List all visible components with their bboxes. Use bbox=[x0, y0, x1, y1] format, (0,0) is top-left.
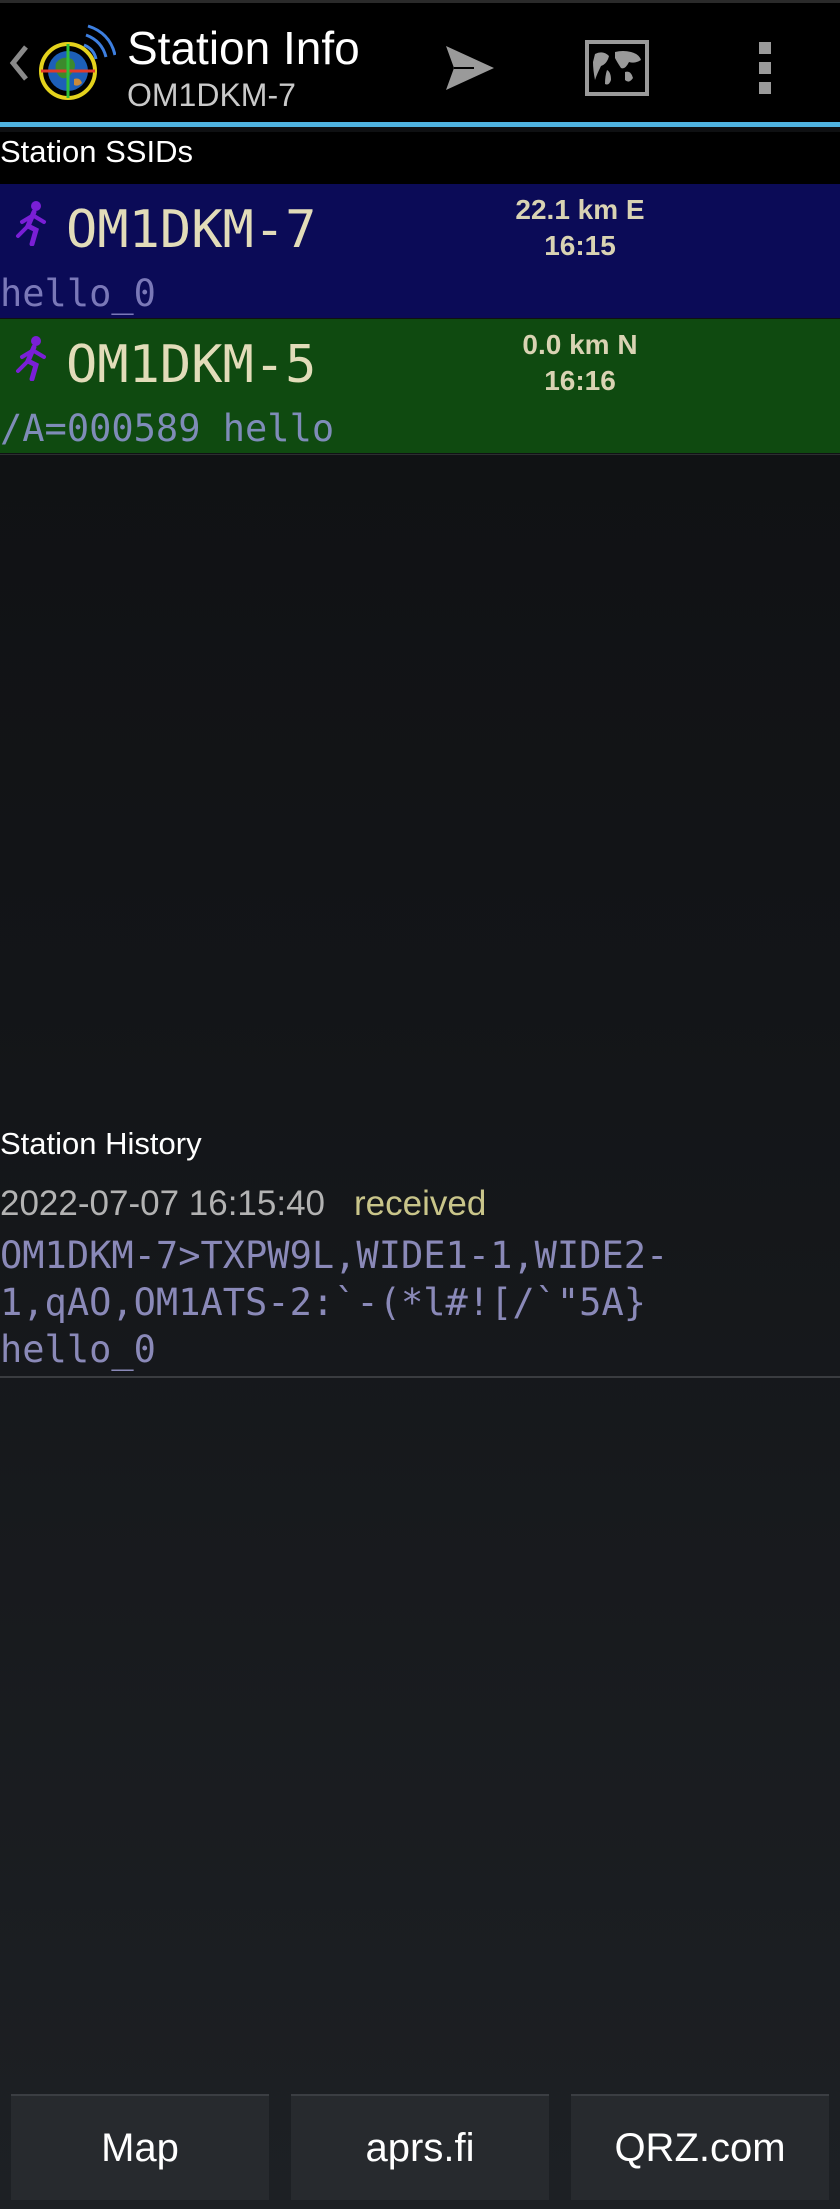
bottom-button-bar: Map aprs.fi QRZ.com bbox=[0, 2090, 840, 2209]
history-section-header: Station History bbox=[0, 1126, 202, 1161]
ssid-time: 16:16 bbox=[544, 365, 616, 396]
ssids-section-header: Station SSIDs bbox=[0, 132, 840, 184]
runner-icon bbox=[16, 336, 46, 381]
aprs-fi-button[interactable]: aprs.fi bbox=[291, 2094, 549, 2200]
send-icon bbox=[446, 46, 494, 90]
ssid-time: 16:15 bbox=[544, 230, 616, 261]
ssid-distance: 22.1 km E bbox=[515, 194, 645, 225]
ssid-comment: hello_0 bbox=[0, 272, 156, 315]
action-bar: Station Info OM1DKM-7 bbox=[0, 0, 840, 122]
ssid-distance: 0.0 km N bbox=[522, 329, 638, 360]
ssid-callsign: OM1DKM-7 bbox=[66, 200, 317, 260]
packet-line: 1,qAO,OM1ATS-2:`-(*l#![/`"5A} bbox=[0, 1281, 647, 1324]
qrz-button[interactable]: QRZ.com bbox=[571, 2094, 829, 2200]
packet-line: OM1DKM-7>TXPW9L,WIDE1-1,WIDE2- bbox=[0, 1234, 669, 1277]
app-logo-icon[interactable] bbox=[32, 23, 116, 107]
page-subtitle: OM1DKM-7 bbox=[127, 77, 296, 113]
ssid-comment: /A=000589 hello bbox=[0, 407, 335, 450]
packet-line: hello_0 bbox=[0, 1328, 156, 1371]
page-title: Station Info bbox=[127, 22, 360, 74]
show-on-map-button[interactable] bbox=[567, 18, 667, 118]
more-vertical-icon bbox=[759, 42, 771, 94]
action-bar-divider bbox=[0, 122, 840, 127]
history-status: received bbox=[354, 1184, 487, 1223]
ssid-callsign: OM1DKM-5 bbox=[66, 335, 317, 395]
send-message-button[interactable] bbox=[420, 18, 520, 118]
ssid-row[interactable]: OM1DKM-7 22.1 km E 16:15 hello_0 bbox=[0, 184, 840, 318]
world-map-icon bbox=[585, 40, 649, 96]
history-packet: OM1DKM-7>TXPW9L,WIDE1-1,WIDE2- 1,qAO,OM1A… bbox=[0, 1232, 668, 1373]
map-button[interactable]: Map bbox=[11, 2094, 269, 2200]
history-timestamp: 2022-07-07 16:15:40 bbox=[0, 1184, 325, 1223]
runner-icon bbox=[16, 201, 46, 246]
history-divider bbox=[0, 1376, 840, 1378]
ssid-list-divider bbox=[0, 454, 840, 455]
overflow-menu-button[interactable] bbox=[715, 18, 815, 118]
ssid-row[interactable]: OM1DKM-5 0.0 km N 16:16 /A=000589 hello bbox=[0, 319, 840, 453]
chevron-left-icon[interactable] bbox=[8, 43, 30, 83]
